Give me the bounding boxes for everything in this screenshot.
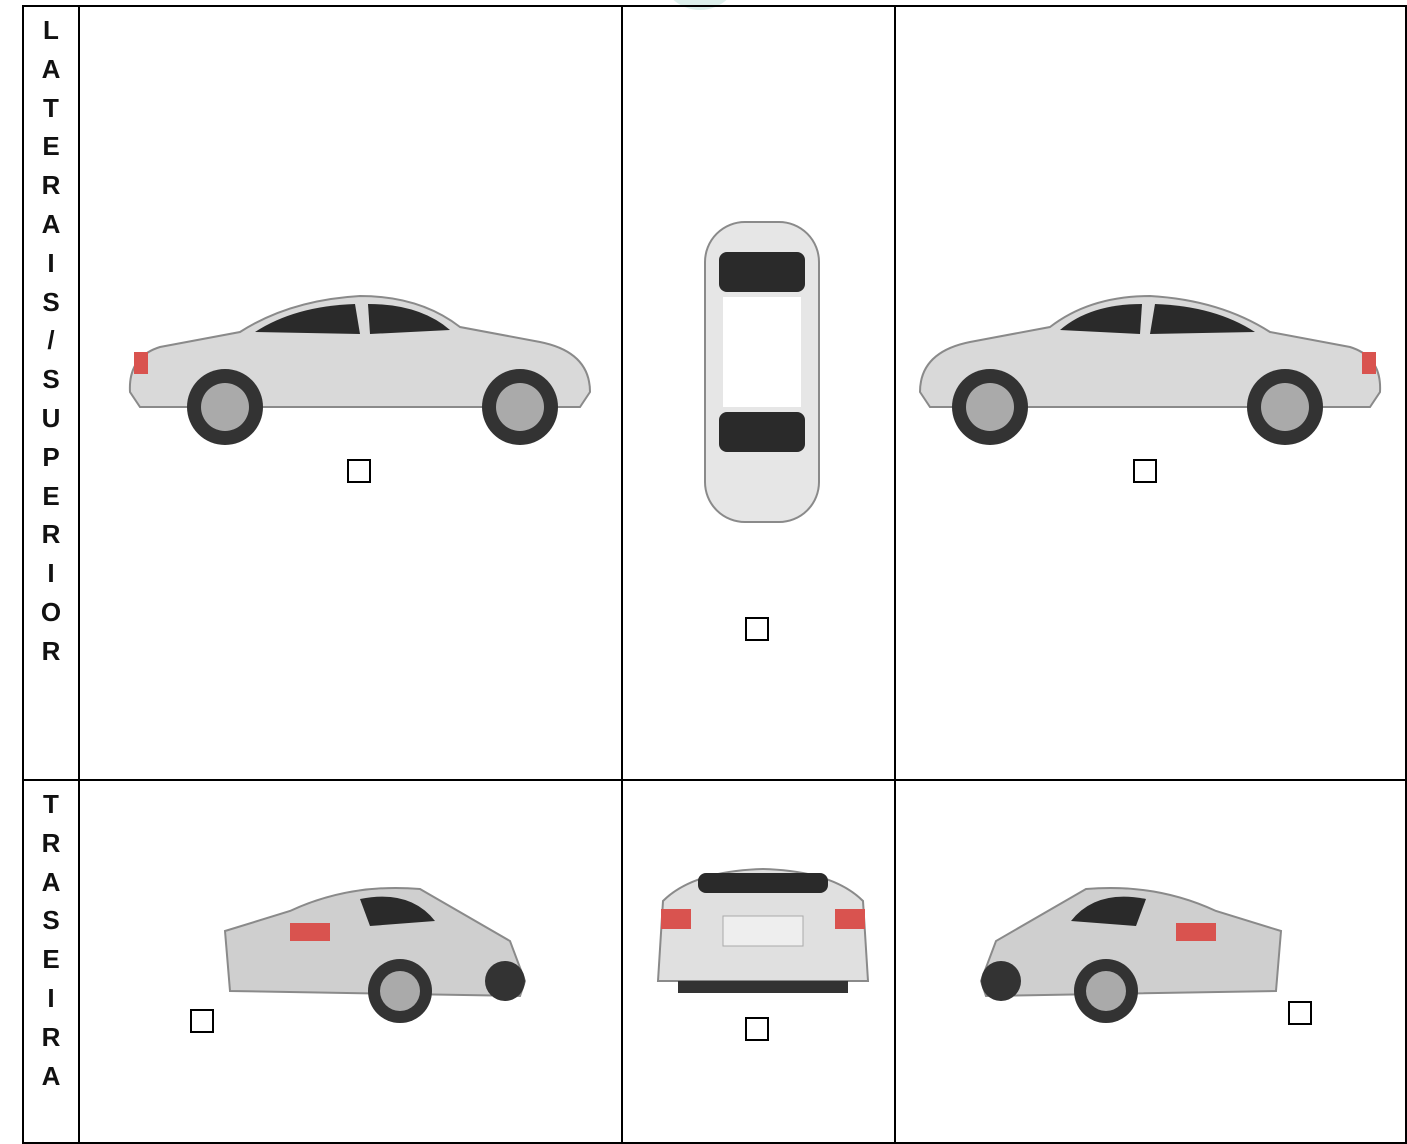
checkbox-right-side[interactable] — [1133, 459, 1157, 483]
top-label-letter-16: R — [41, 635, 61, 666]
bottom-label-letter-4: E — [42, 944, 60, 975]
car-rear-image — [656, 867, 870, 993]
top-label-letter-1: A — [41, 53, 61, 84]
top-label-letter-0: L — [43, 15, 59, 45]
checkbox-rear-left-quarter[interactable] — [190, 1009, 214, 1033]
car-rear-right-image — [979, 886, 1283, 1023]
top-label-letter-13: R — [41, 519, 61, 550]
top-label-letter-9: S — [42, 364, 60, 395]
top-label-letter-14: I — [47, 558, 55, 589]
top-label-letter-8: / — [47, 325, 55, 356]
cell-left-side — [78, 5, 623, 781]
top-label-letter-5: A — [41, 208, 61, 239]
top-label-letter-6: I — [47, 247, 55, 278]
top-label-letter-7: S — [42, 286, 60, 317]
cell-rear — [621, 779, 896, 1144]
checkbox-rear[interactable] — [745, 1017, 769, 1041]
cell-right-side — [894, 5, 1407, 781]
top-label-letter-12: E — [42, 480, 60, 511]
checkbox-rear-right-quarter[interactable] — [1288, 1001, 1312, 1025]
car-top-view-image — [704, 221, 820, 523]
bottom-label-letter-6: R — [41, 1021, 61, 1052]
top-label-letter-10: U — [41, 402, 61, 433]
checkbox-left-side[interactable] — [347, 459, 371, 483]
section-label-laterais-superior: L A T E R A I S / S U P E R I O R — [22, 5, 80, 781]
top-label-letter-3: E — [42, 131, 60, 162]
cell-rear-right-quarter — [894, 779, 1407, 1144]
vehicle-damage-grid: L A T E R A I S / S U P E R I O R T R A … — [22, 5, 1407, 1144]
vertical-label: TRASEIRA — [24, 781, 78, 1095]
bottom-label-letter-5: I — [47, 982, 55, 1013]
top-label-letter-2: T — [43, 92, 59, 123]
car-right-side-image — [918, 294, 1382, 445]
car-rear-left-image — [223, 886, 527, 1023]
checkbox-top[interactable] — [745, 617, 769, 641]
section-label-traseira: TRASEIRA — [22, 779, 80, 1144]
vertical-label: L A T E R A I S / S U P E R I O R — [24, 7, 78, 671]
cell-rear-left-quarter — [78, 779, 623, 1144]
top-label-letter-11: P — [42, 441, 60, 472]
bottom-label-letter-1: R — [41, 827, 61, 858]
car-left-side-image — [128, 294, 592, 445]
top-label-letter-15: O — [40, 596, 62, 627]
bottom-label-letter-0: T — [43, 789, 59, 819]
bottom-label-letter-7: A — [41, 1060, 61, 1091]
bottom-label-letter-3: S — [42, 905, 60, 936]
top-label-letter-4: R — [41, 170, 61, 201]
bottom-label-letter-2: A — [41, 866, 61, 897]
cell-top — [621, 5, 896, 781]
